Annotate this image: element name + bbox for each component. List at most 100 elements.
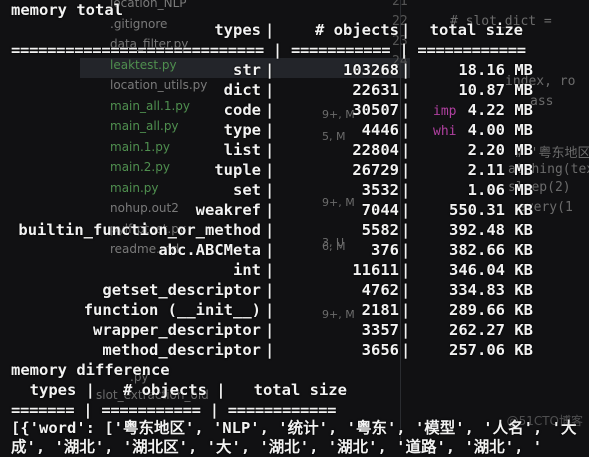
cell-divider: | [401,181,411,199]
cell-type: wrapper_descriptor [93,321,261,339]
table-separator: ============================ | =========… [11,41,526,59]
table-row: dict | 22631 | 10.87 MB [11,80,571,100]
cell-divider: | [401,61,411,79]
cell-size: 2.11 MB [467,161,533,179]
cell-size: 257.06 KB [449,341,533,359]
table-row: type | 4446 | 4.00 MB [11,120,571,140]
table-row: builtin_function_or_method | 5582 | 392.48 K… [11,220,571,240]
cell-objects: 3656 [361,341,399,359]
header-divider: | [265,21,275,39]
cell-divider: | [401,241,411,259]
table-row: int | 11611 | 346.04 KB [11,260,571,280]
cell-type: set [233,181,261,199]
cell-divider: | [265,181,275,199]
cell-objects: 22631 [352,81,399,99]
cell-divider: | [265,141,275,159]
cell-objects: 7044 [361,201,399,219]
table-row: abc.ABCMeta | 376 | 382.66 KB [11,240,571,260]
cell-divider: | [265,61,275,79]
cell-divider: | [265,201,275,219]
cell-divider: | [265,81,275,99]
memory-total-title: memory total [11,1,123,19]
table-row: list | 22804 | 2.20 MB [11,140,571,160]
cell-divider: | [265,161,275,179]
cell-divider: | [265,101,275,119]
cell-type: abc.ABCMeta [158,241,261,259]
cell-type: builtin_function_or_method [18,221,261,239]
cell-type: weakref [195,201,261,219]
cell-size: 10.87 MB [458,81,533,99]
cell-objects: 5582 [361,221,399,239]
cell-divider: | [265,321,275,339]
cell-objects: 26729 [352,161,399,179]
cell-type: function (__init__) [83,301,261,319]
cell-objects: 30507 [352,101,399,119]
cell-objects: 3357 [361,321,399,339]
cell-divider: | [265,241,275,259]
cell-size: 2.20 MB [467,141,533,159]
cell-objects: 376 [371,241,399,259]
cell-divider: | [265,341,275,359]
cell-size: 4.00 MB [467,121,533,139]
cell-divider: | [401,121,411,139]
cell-type: code [223,101,261,119]
cell-divider: | [401,221,411,239]
cell-size: 334.83 KB [449,281,533,299]
cell-divider: | [265,261,275,279]
cell-divider: | [265,301,275,319]
cell-size: 382.66 KB [449,241,533,259]
cell-size: 550.31 KB [449,201,533,219]
cell-objects: 103268 [343,61,399,79]
cell-objects: 11611 [352,261,399,279]
cell-divider: | [401,81,411,99]
table-row: str | 103268 | 18.16 MB [11,60,571,80]
cell-type: tuple [214,161,261,179]
cell-type: str [233,61,261,79]
table-header-row: types | # objects | total size [11,20,571,40]
header-types: types [214,21,261,39]
watermark: @51CTO博客 [506,414,583,428]
cell-size: 18.16 MB [458,61,533,79]
cell-objects: 3532 [361,181,399,199]
table-row: code | 30507 | 4.22 MB [11,100,571,120]
diff-separator: ======= | =========== | ============ [11,401,337,419]
cell-divider: | [401,321,411,339]
cell-divider: | [401,101,411,119]
header-divider: | [401,21,411,39]
table-row: weakref | 7044 | 550.31 KB [11,200,571,220]
diff-header-row: types | # objects | total size [11,381,347,399]
header-objects: # objects [315,21,399,39]
cell-size: 289.66 KB [449,301,533,319]
cell-size: 346.04 KB [449,261,533,279]
cell-type: int [233,261,261,279]
cell-objects: 4762 [361,281,399,299]
table-row: wrapper_descriptor | 3357 | 262.27 KB [11,320,571,340]
cell-type: list [223,141,261,159]
output-line: [{'word': ['粤东地区', 'NLP', '统计', '粤东', '模… [11,419,577,437]
cell-divider: | [401,261,411,279]
header-size: total size [429,21,523,39]
cell-size: 1.06 MB [467,181,533,199]
cell-divider: | [401,341,411,359]
cell-size: 392.48 KB [449,221,533,239]
cell-objects: 2181 [361,301,399,319]
terminal-output: memory total types | # objects | total s… [0,0,589,456]
cell-type: dict [223,81,261,99]
cell-divider: | [401,141,411,159]
table-row: tuple | 26729 | 2.11 MB [11,160,571,180]
cell-type: type [223,121,261,139]
cell-objects: 4446 [361,121,399,139]
cell-size: 4.22 MB [467,101,533,119]
cell-size: 262.27 KB [449,321,533,339]
table-row: method_descriptor | 3656 | 257.06 KB [11,340,571,360]
cell-objects: 22804 [352,141,399,159]
cell-divider: | [265,281,275,299]
cell-divider: | [265,221,275,239]
output-line: 成', '湖北', '湖北区', '大', '湖北', '湖北', '道路', … [11,438,543,456]
cell-divider: | [401,301,411,319]
table-row: function (__init__) | 2181 | 289.66 KB [11,300,571,320]
table-row: set | 3532 | 1.06 MB [11,180,571,200]
cell-divider: | [401,281,411,299]
memory-difference-title: memory difference [11,361,170,379]
cell-type: method_descriptor [102,341,261,359]
